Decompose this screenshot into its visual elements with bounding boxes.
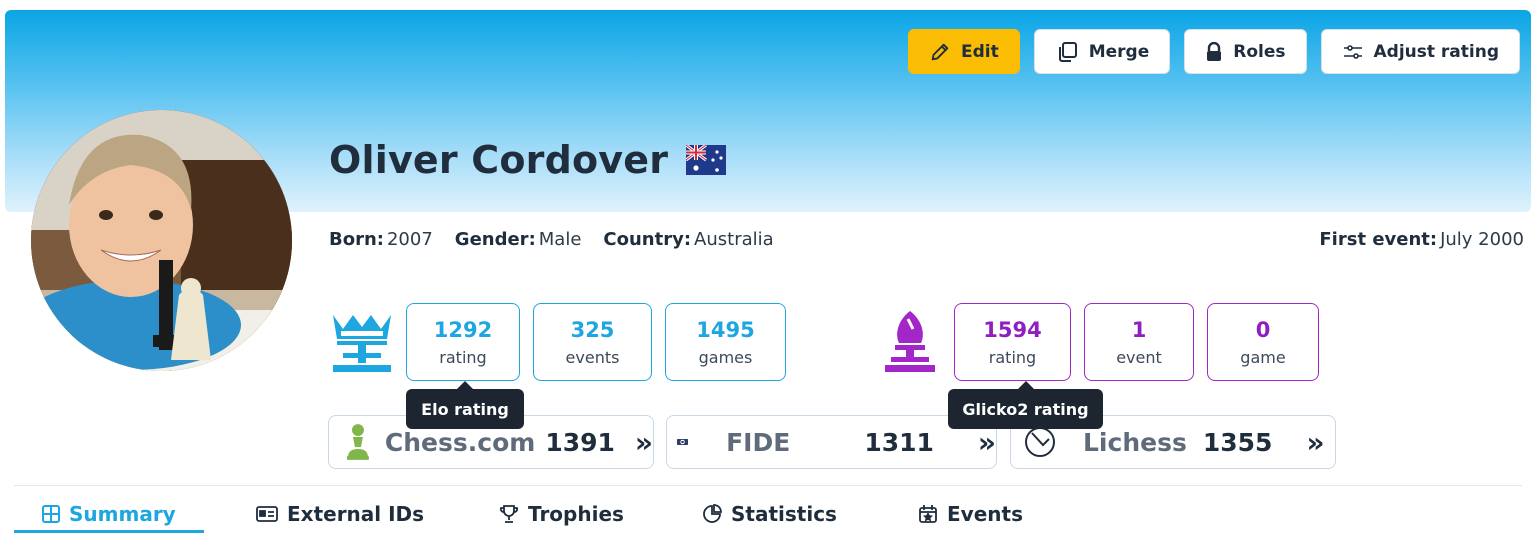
roles-label: Roles xyxy=(1233,41,1286,62)
chevron-right-icon: » xyxy=(1306,425,1325,459)
chevron-right-icon: » xyxy=(634,425,653,459)
calendar-icon xyxy=(919,505,937,523)
avatar xyxy=(31,110,292,371)
tab-statistics[interactable]: Statistics xyxy=(702,494,837,534)
sliders-icon xyxy=(1343,44,1362,59)
born-info: Born: 2007 xyxy=(329,229,433,250)
platform-name: Chess.com xyxy=(384,427,536,457)
tab-trophies[interactable]: Trophies xyxy=(499,494,624,534)
elo-events-card[interactable]: 325 events xyxy=(533,303,652,381)
tab-summary[interactable]: Summary xyxy=(42,494,176,534)
platform-name: FIDE xyxy=(726,427,791,457)
adjust-rating-label: Adjust rating xyxy=(1373,41,1500,62)
trophy-icon xyxy=(499,505,519,523)
gender-info: Gender: Male xyxy=(454,229,582,250)
action-bar: Edit Merge Roles Adjust rating xyxy=(907,29,1520,74)
elo-stats: 1292 rating 325 events 1495 games xyxy=(329,303,786,381)
glicko-rating-tooltip: Glicko2 rating xyxy=(948,381,1103,429)
pie-chart-icon xyxy=(703,504,722,523)
australia-flag-icon xyxy=(686,145,727,175)
player-meta: Born: 2007 Gender: Male Country: Australia xyxy=(329,229,774,250)
tab-external-ids[interactable]: External IDs xyxy=(256,494,424,534)
id-card-icon xyxy=(256,506,278,522)
chevron-right-icon: » xyxy=(977,425,996,459)
merge-label: Merge xyxy=(1088,41,1150,62)
merge-button[interactable]: Merge xyxy=(1033,29,1171,74)
platform-rating: 1311 xyxy=(864,427,934,457)
country-info: Country: Australia xyxy=(603,229,774,250)
edit-button[interactable]: Edit xyxy=(907,29,1020,74)
elo-rating-tooltip: Elo rating xyxy=(406,381,524,429)
adjust-rating-button[interactable]: Adjust rating xyxy=(1320,29,1520,74)
crown-pawn-icon xyxy=(333,315,391,372)
edit-label: Edit xyxy=(960,41,999,62)
lichess-horse-icon xyxy=(1025,427,1055,457)
roles-button[interactable]: Roles xyxy=(1184,29,1307,74)
active-tab-indicator xyxy=(14,530,204,533)
chesscom-pawn-icon xyxy=(346,424,369,460)
fide-logo-icon xyxy=(677,438,689,446)
glicko-stats: 1594 rating 1 event 0 game xyxy=(877,303,1319,381)
glicko-events-card[interactable]: 1 event xyxy=(1084,303,1194,381)
platform-rating: 1355 xyxy=(1202,427,1273,457)
copy-icon xyxy=(1058,41,1077,62)
first-event-info: First event: July 2000 xyxy=(1319,229,1524,250)
platform-name: Lichess xyxy=(1083,427,1187,457)
pencil-icon xyxy=(931,43,949,60)
tab-events[interactable]: Events xyxy=(918,494,1023,534)
platform-rating: 1391 xyxy=(545,427,615,457)
elo-games-card[interactable]: 1495 games xyxy=(665,303,786,381)
player-name: Oliver Cordover xyxy=(329,138,727,182)
player-name-text: Oliver Cordover xyxy=(329,138,669,182)
glicko-games-card[interactable]: 0 game xyxy=(1207,303,1319,381)
grid-icon xyxy=(42,505,60,523)
lock-icon xyxy=(1207,41,1222,61)
profile-tabs: Summary External IDs Trophies Statistics… xyxy=(14,485,1522,541)
glicko-rating-card[interactable]: 1594 rating xyxy=(954,303,1071,381)
elo-rating-card[interactable]: 1292 rating xyxy=(406,303,520,381)
bishop-icon xyxy=(885,311,935,372)
